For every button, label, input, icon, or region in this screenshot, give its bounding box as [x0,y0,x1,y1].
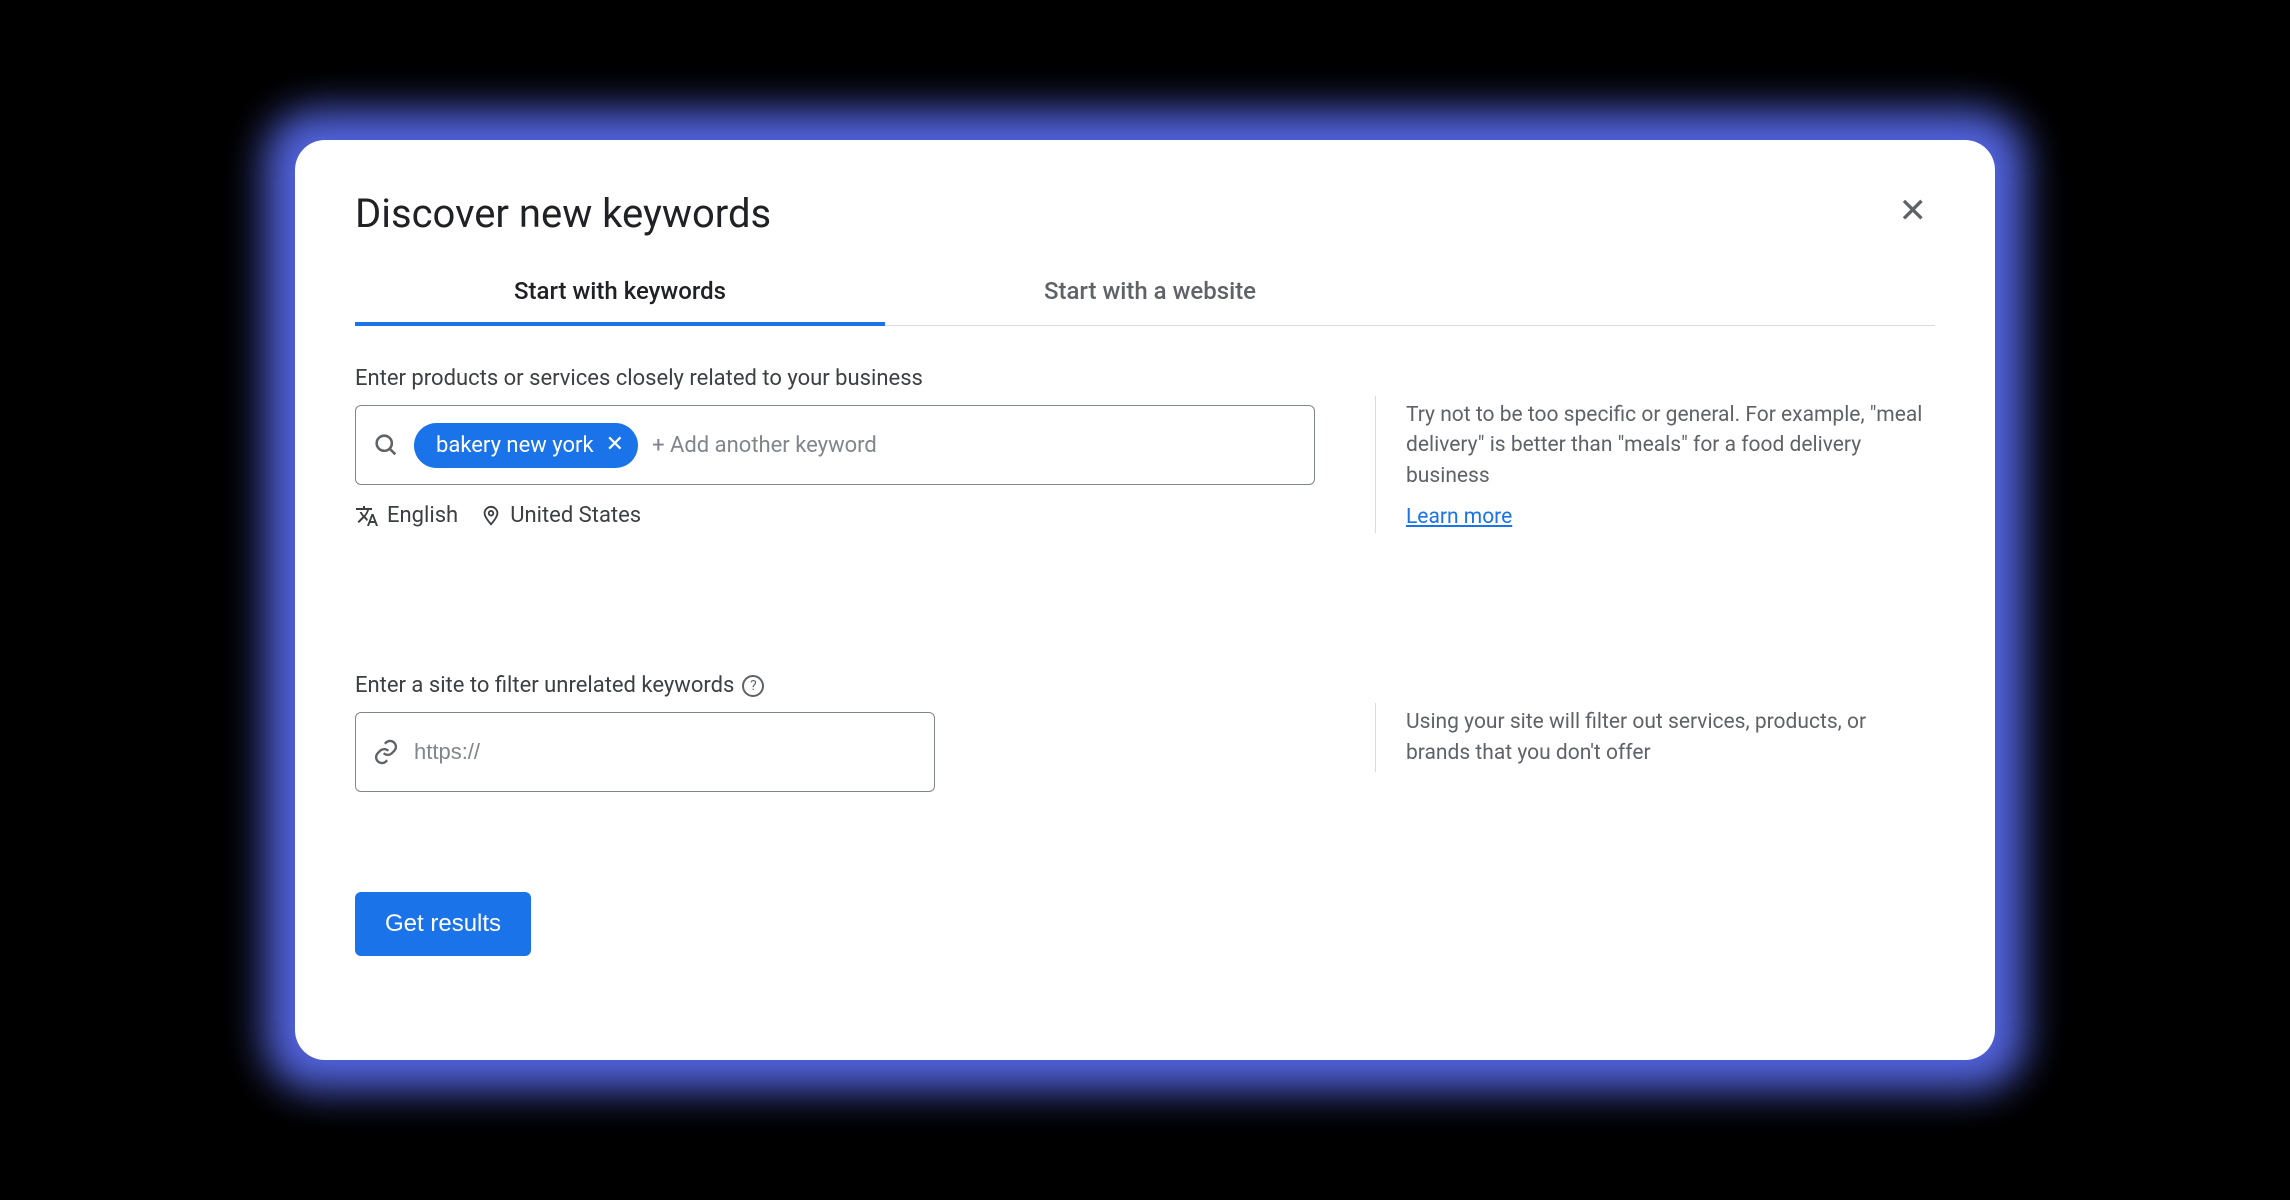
keywords-field-label: Enter products or services closely relat… [355,366,1315,391]
close-icon: ✕ [1899,191,1928,231]
tab-label: Start with a website [1044,277,1256,305]
site-tip-text: Using your site will filter out services… [1406,707,1935,768]
tab-start-with-website[interactable]: Start with a website [885,261,1415,325]
language-selector[interactable]: English [355,503,458,528]
tab-label: Start with keywords [514,277,726,305]
search-icon [372,431,400,459]
get-results-button[interactable]: Get results [355,892,531,956]
locale-row: English United States [355,503,1315,528]
keywords-section: Enter products or services closely relat… [355,366,1935,533]
keyword-chip-label: bakery new york [436,433,594,458]
close-button[interactable]: ✕ [1891,190,1936,232]
keyword-chip: bakery new york ✕ [414,423,638,468]
spacer [355,593,1935,673]
add-keyword-placeholder[interactable]: + Add another keyword [652,433,1298,458]
tab-start-with-keywords[interactable]: Start with keywords [355,261,885,325]
language-label: English [387,503,458,528]
site-filter-section: Enter a site to filter unrelated keyword… [355,673,1935,792]
keywords-tip-text: Try not to be too specific or general. F… [1406,400,1935,491]
learn-more-link[interactable]: Learn more [1406,505,1512,529]
keyword-planner-dialog: Discover new keywords ✕ Start with keywo… [295,140,1995,1060]
remove-chip-button[interactable]: ✕ [606,434,624,456]
dialog-header: Discover new keywords ✕ [355,190,1935,261]
location-selector[interactable]: United States [480,503,641,528]
site-field-label: Enter a site to filter unrelated keyword… [355,673,1315,698]
link-icon [372,738,400,766]
site-tip-panel: Using your site will filter out services… [1375,703,1935,772]
close-icon: ✕ [606,432,624,457]
dialog-glow-frame: Discover new keywords ✕ Start with keywo… [275,120,2015,1080]
keywords-tip-panel: Try not to be too specific or general. F… [1375,396,1935,533]
site-url-input[interactable] [414,739,918,765]
tabs: Start with keywords Start with a website [355,261,1935,326]
site-field-label-text: Enter a site to filter unrelated keyword… [355,673,734,698]
dialog-title: Discover new keywords [355,190,771,237]
site-left: Enter a site to filter unrelated keyword… [355,673,1315,792]
location-label: United States [510,503,641,528]
location-pin-icon [480,505,502,527]
keywords-left: Enter products or services closely relat… [355,366,1315,533]
site-input-box[interactable] [355,712,935,792]
help-icon[interactable]: ? [742,675,764,697]
keywords-input-box[interactable]: bakery new york ✕ + Add another keyword [355,405,1315,485]
translate-icon [355,504,379,528]
